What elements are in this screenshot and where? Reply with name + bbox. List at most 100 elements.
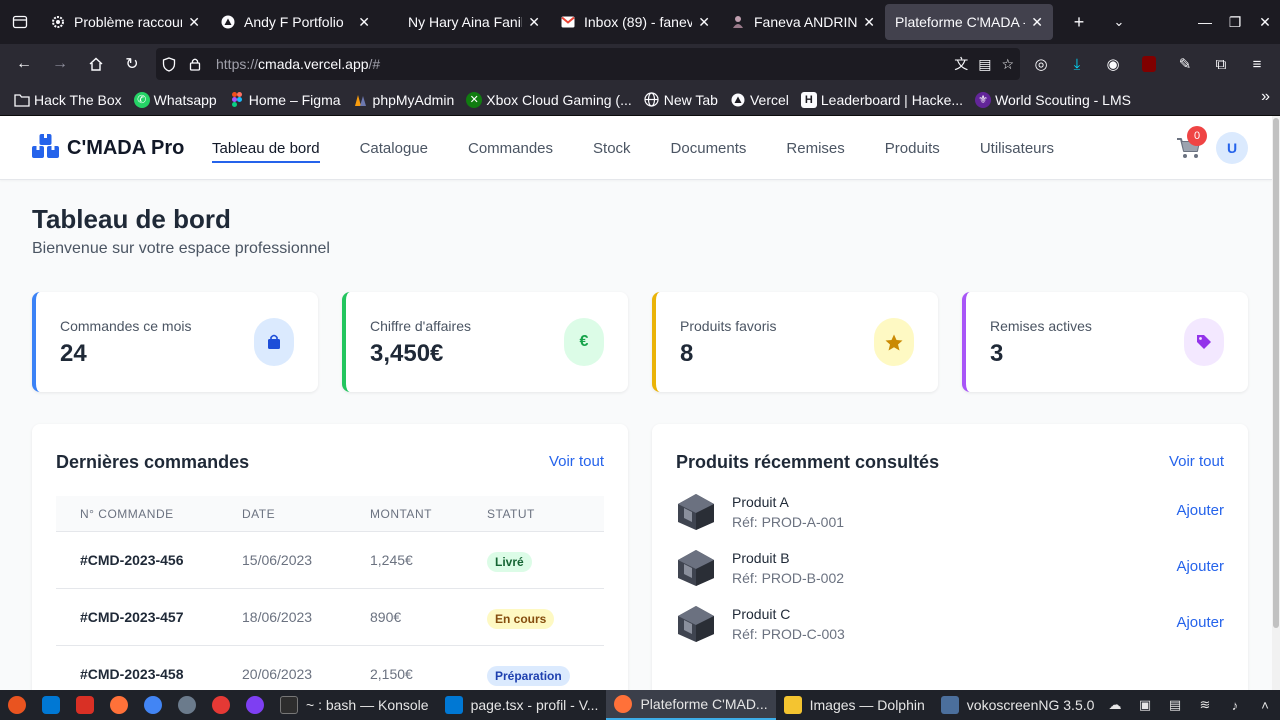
browser-tab[interactable]: Inbox (89) - fanev ✕ — [550, 4, 720, 40]
browser-tab-active[interactable]: Plateforme C'MADA - ✕ — [885, 4, 1053, 40]
avatar[interactable]: U — [1216, 132, 1248, 164]
private-mask-icon[interactable]: ◎ — [1026, 49, 1056, 79]
back-icon[interactable]: ← — [6, 48, 42, 80]
bookmark-star-icon[interactable]: ☆ — [1001, 56, 1014, 73]
bookmark-item[interactable]: Hack The Box — [8, 86, 128, 114]
brand-logo[interactable]: C'MADA Pro — [32, 134, 184, 163]
wrench-icon[interactable]: ✎ — [1170, 49, 1200, 79]
close-tab-icon[interactable]: ✕ — [698, 14, 710, 31]
bookmark-item[interactable]: Vercel — [724, 86, 795, 114]
add-to-cart-button[interactable]: Ajouter — [1176, 502, 1224, 519]
order-amount: 1,245€ — [370, 552, 413, 568]
scouting-icon: ⚜ — [975, 91, 992, 108]
url-text[interactable]: https://cmada.vercel.app/# — [216, 56, 380, 72]
reload-icon[interactable]: ↻ — [114, 48, 150, 80]
browser-tab[interactable]: Problème raccour ✕ — [40, 4, 210, 40]
lock-icon[interactable] — [182, 57, 208, 71]
close-window-icon[interactable]: ✕ — [1250, 14, 1280, 31]
close-tab-icon[interactable]: ✕ — [863, 14, 875, 31]
pdf-icon[interactable] — [68, 690, 102, 720]
bookmark-item[interactable]: ✕ Xbox Cloud Gaming (... — [460, 86, 638, 114]
reader-view-icon[interactable]: ▤ — [978, 56, 991, 73]
bookmark-item[interactable]: New Tab — [638, 86, 724, 114]
cloud-icon[interactable]: ☁ — [1100, 697, 1130, 713]
screenshot-icon[interactable]: ▣ — [1130, 697, 1160, 713]
account-icon[interactable]: ◉ — [1098, 49, 1128, 79]
view-all-products-link[interactable]: Voir tout — [1169, 453, 1224, 470]
bookmark-item[interactable]: Home – Figma — [223, 86, 347, 114]
bookmark-item[interactable]: ✆ Whatsapp — [128, 86, 223, 114]
clipboard-icon[interactable]: ▤ — [1160, 697, 1190, 713]
ubuntu-menu-icon[interactable] — [0, 690, 34, 720]
record-icon[interactable] — [204, 690, 238, 720]
nav-commandes[interactable]: Commandes — [468, 116, 553, 180]
url-bar[interactable]: https://cmada.vercel.app/# 文 ▤ ☆ — [156, 48, 1020, 80]
close-tab-icon[interactable]: ✕ — [188, 14, 200, 31]
menu-icon[interactable]: ≡ — [1242, 49, 1272, 79]
nav-stock[interactable]: Stock — [593, 116, 631, 180]
nav-remises[interactable]: Remises — [786, 116, 844, 180]
list-all-tabs-icon[interactable] — [0, 0, 40, 44]
tab-title: Andy F Portfolio — [244, 14, 344, 30]
chevron-up-icon[interactable]: ˄ — [1250, 698, 1280, 713]
taskbar-task[interactable]: page.tsx - profil - V... — [437, 690, 607, 720]
settings-icon[interactable] — [170, 690, 204, 720]
new-tab-icon[interactable]: + — [1059, 12, 1099, 33]
taskbar-task[interactable]: ~ : bash — Konsole — [272, 690, 437, 720]
chevron-double-right-icon[interactable]: » — [1261, 88, 1270, 106]
nav-catalogue[interactable]: Catalogue — [360, 116, 428, 180]
home-icon[interactable] — [78, 48, 114, 80]
bookmark-item[interactable]: H Leaderboard | Hacke... — [795, 86, 969, 114]
tor-icon[interactable] — [238, 690, 272, 720]
product-ref: Réf: PROD-A-001 — [732, 514, 845, 530]
vscode-icon[interactable] — [34, 690, 68, 720]
firefox-icon[interactable] — [102, 690, 136, 720]
ublock-icon[interactable] — [1134, 49, 1164, 79]
stat-card-commandes: Commandes ce mois 24 — [32, 292, 318, 392]
chevron-down-icon[interactable]: ⌄ — [1099, 14, 1139, 30]
browser-tab[interactable]: Ny Hary Aina Fanilo ✕ — [380, 4, 550, 40]
view-all-orders-link[interactable]: Voir tout — [549, 453, 604, 470]
browser-tab[interactable]: Faneva ANDRINAI ✕ — [720, 4, 885, 40]
close-tab-icon[interactable]: ✕ — [1031, 14, 1043, 31]
page-scrollbar[interactable] — [1272, 116, 1280, 690]
taskbar-task[interactable]: vokoscreenNG 3.5.0 — [933, 690, 1103, 720]
add-to-cart-button[interactable]: Ajouter — [1176, 614, 1224, 631]
add-to-cart-button[interactable]: Ajouter — [1176, 558, 1224, 575]
scrollbar-thumb[interactable] — [1273, 118, 1279, 628]
table-row[interactable]: #CMD-2023-456 15/06/2023 1,245€ Livré — [56, 532, 604, 589]
bookmark-item[interactable]: phpMyAdmin — [347, 86, 461, 114]
cart-count-badge: 0 — [1187, 126, 1207, 146]
chromium-icon[interactable] — [136, 690, 170, 720]
extensions-icon[interactable]: ⧉ — [1206, 49, 1236, 79]
nav-utilisateurs[interactable]: Utilisateurs — [980, 116, 1054, 180]
phpmyadmin-icon — [353, 92, 369, 108]
close-tab-icon[interactable]: ✕ — [358, 14, 370, 31]
order-id: #CMD-2023-458 — [80, 666, 184, 682]
minimize-icon[interactable]: — — [1190, 14, 1220, 30]
taskbar-task[interactable]: Images — Dolphin — [776, 690, 933, 720]
bookmark-item[interactable]: ⚜ World Scouting - LMS — [969, 86, 1137, 114]
close-tab-icon[interactable]: ✕ — [528, 14, 540, 31]
shield-icon[interactable] — [156, 56, 182, 72]
nav-produits[interactable]: Produits — [885, 116, 940, 180]
figma-icon — [229, 92, 245, 108]
nav-tableau-de-bord[interactable]: Tableau de bord — [212, 116, 320, 180]
translate-icon[interactable]: 文 — [954, 54, 968, 74]
table-row[interactable]: #CMD-2023-457 18/06/2023 890€ En cours — [56, 589, 604, 646]
browser-tab[interactable]: Andy F Portfolio ✕ — [210, 4, 380, 40]
volume-icon[interactable]: ♪ — [1220, 698, 1250, 713]
taskbar-task-active[interactable]: Plateforme C'MAD... — [606, 690, 776, 720]
nav-documents[interactable]: Documents — [671, 116, 747, 180]
forward-icon[interactable]: → — [42, 48, 78, 80]
bookmarks-bar: Hack The Box ✆ Whatsapp Home – Figma phpM… — [0, 84, 1280, 116]
stat-value: 24 — [60, 340, 87, 367]
stat-label: Produits favoris — [680, 318, 777, 334]
restore-icon[interactable]: ❐ — [1220, 14, 1250, 31]
product-thumbnail — [676, 492, 716, 532]
order-date: 18/06/2023 — [242, 609, 313, 625]
wifi-icon[interactable]: ≋ — [1190, 697, 1220, 713]
panel-title: Dernières commandes — [56, 452, 250, 472]
download-icon[interactable]: ⤓ — [1062, 49, 1092, 79]
whatsapp-icon: ✆ — [133, 91, 150, 108]
